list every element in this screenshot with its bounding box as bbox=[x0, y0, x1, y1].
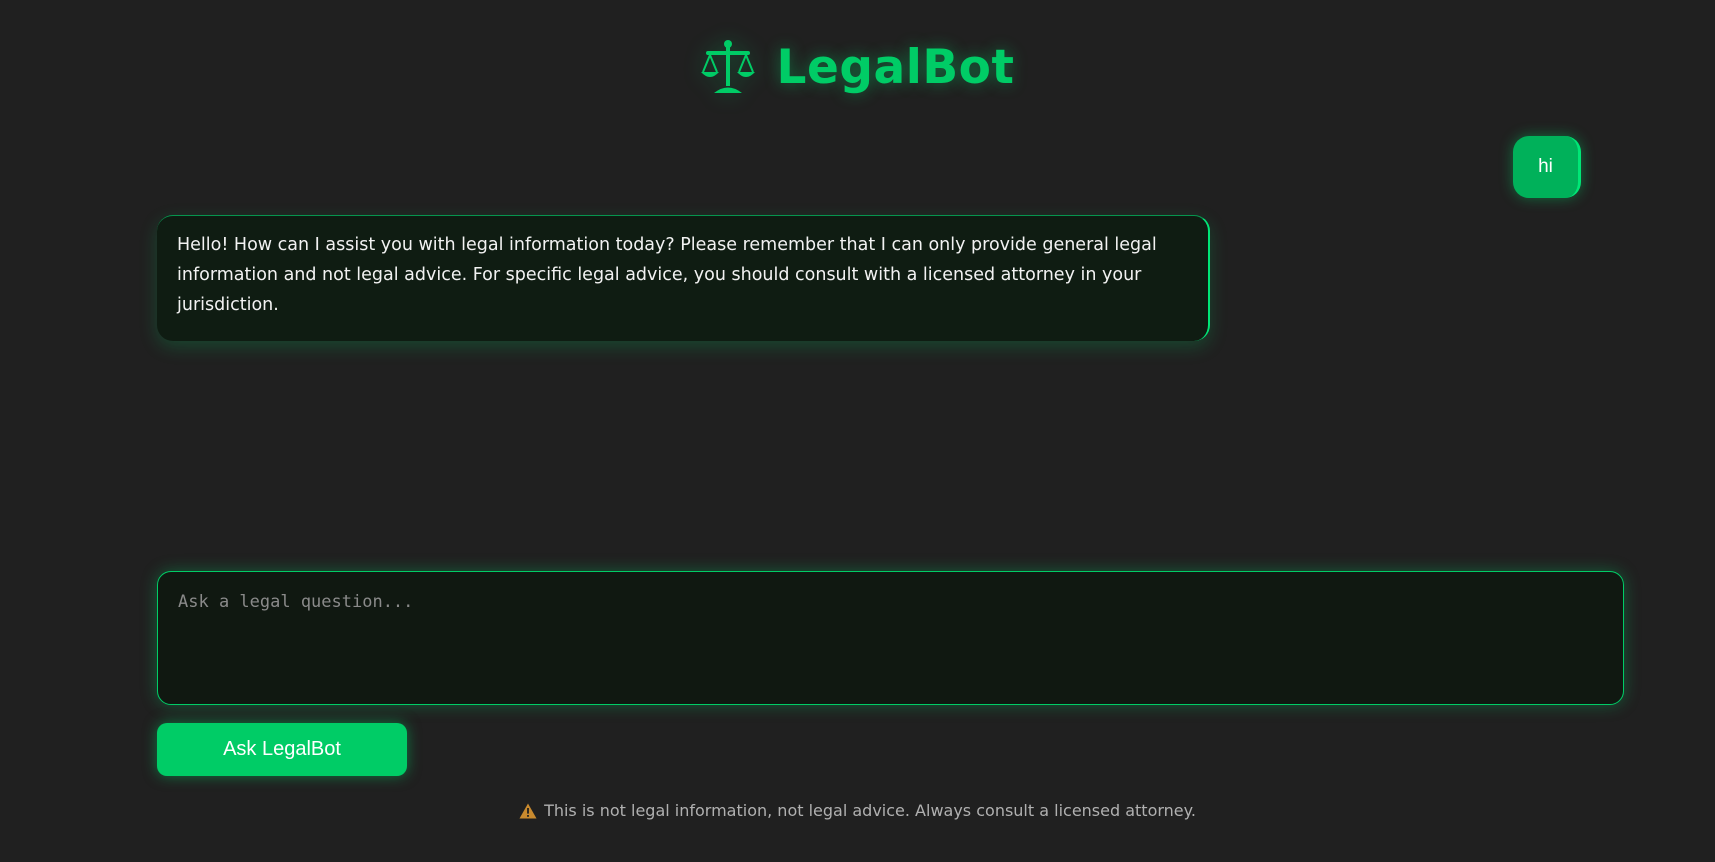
app-header: LegalBot bbox=[0, 38, 1715, 96]
question-input[interactable] bbox=[158, 572, 1623, 704]
scales-of-justice-icon bbox=[700, 40, 755, 93]
warning-icon bbox=[519, 803, 537, 818]
legalbot-app: LegalBot hi Hello! How can I assist you … bbox=[0, 0, 1715, 862]
user-message: hi bbox=[1513, 136, 1581, 198]
ask-legalbot-button[interactable]: Ask LegalBot bbox=[157, 723, 407, 776]
app-title: LegalBot bbox=[776, 39, 1015, 95]
chat-history[interactable]: hi Hello! How can I assist you with lega… bbox=[157, 130, 1581, 550]
disclaimer: This is not legal information, not legal… bbox=[0, 801, 1715, 820]
disclaimer-text: This is not legal information, not legal… bbox=[544, 801, 1196, 820]
question-input-container bbox=[157, 571, 1624, 705]
bot-message: Hello! How can I assist you with legal i… bbox=[157, 215, 1210, 341]
